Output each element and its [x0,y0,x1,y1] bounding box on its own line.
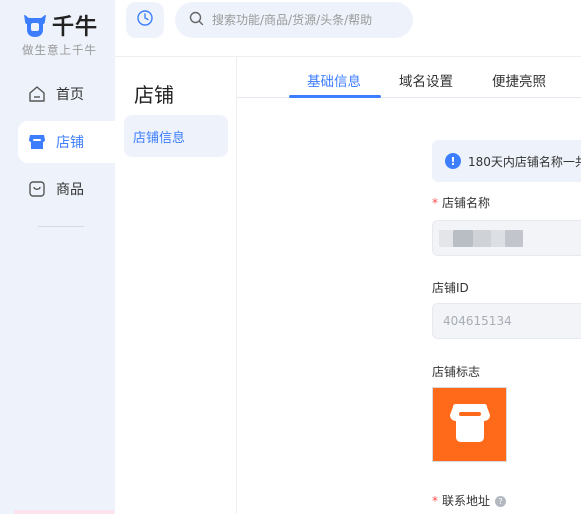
sidebar-item-label: 首页 [56,87,84,103]
brand-name: 千牛 [52,15,99,40]
store-icon [28,133,46,151]
shop-logo-icon [448,403,492,447]
sub-nav-item-shop-info[interactable]: 店铺信息 [124,115,228,157]
shop-name-field[interactable] [432,220,581,256]
notice-text: 180天内店铺名称一共 [468,154,581,169]
shop-logo-label: 店铺标志 [432,365,481,379]
qianniu-logo-icon [22,12,48,38]
tab-domain-settings[interactable]: 域名设置 [399,70,453,90]
redacted-text [453,230,473,247]
shop-logo-upload[interactable] [432,387,507,462]
shop-name-label: * 店铺名称 [432,196,491,210]
sidebar-item-goods[interactable]: 商品 [18,168,115,210]
sidebar-item-label: 店铺 [56,135,84,151]
redacted-text [491,230,505,247]
shop-id-label: 店铺ID [432,281,469,295]
help-icon[interactable]: ? [495,496,507,507]
section-title: 店铺 [134,83,174,107]
app-logo[interactable]: 千牛 [22,9,98,41]
sidebar-bottom-accent [14,510,114,514]
active-tab-indicator [289,95,381,98]
sidebar-divider [38,226,84,227]
shop-id-value: 404615134 [443,314,512,328]
brand-slogan: 做生意上千牛 [22,43,97,57]
clock-icon [136,9,154,31]
sidebar-item-label: 商品 [56,182,84,198]
required-mark: * [432,196,438,210]
redacted-text [505,230,523,247]
sidebar-item-shop[interactable]: 店铺 [18,121,115,163]
tab-basic-info[interactable]: 基础信息 [307,70,361,90]
redacted-text [473,230,491,247]
info-notice: ! 180天内店铺名称一共 [432,140,581,182]
search-input[interactable] [212,13,402,27]
sub-nav-label: 店铺信息 [133,130,186,146]
address-label: * 联系地址? [432,492,507,509]
primary-sidebar: 千牛 做生意上千牛 首页 店铺 商品 [0,0,115,514]
history-button[interactable] [126,2,164,38]
home-icon [28,85,46,103]
redacted-text [439,230,453,247]
global-search[interactable] [175,2,413,38]
shop-id-field: 404615134 [432,303,581,339]
sidebar-item-home[interactable]: 首页 [18,73,115,115]
required-mark: * [432,494,438,508]
bag-icon [28,180,46,198]
tab-license-display[interactable]: 便捷亮照 [492,70,546,90]
search-icon [189,11,204,30]
info-icon: ! [445,153,461,169]
